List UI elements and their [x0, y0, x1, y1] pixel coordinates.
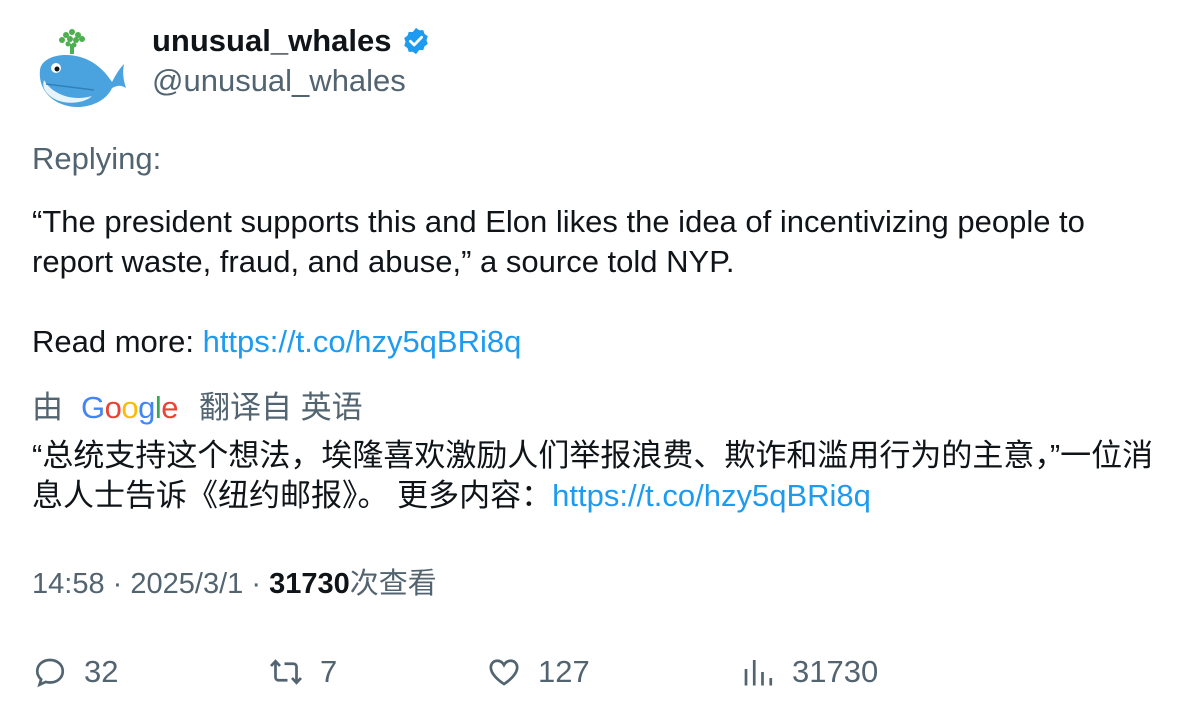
- read-more-label: Read more:: [32, 324, 203, 359]
- translated-from-label: 翻译自 英语: [199, 390, 363, 425]
- translated-link[interactable]: https://t.co/hzy5qBRi8q: [552, 478, 871, 513]
- tweet-body: “The president supports this and Elon li…: [32, 202, 1162, 282]
- tweet-meta: 14:58 · 2025/3/1 · 31730次查看: [32, 565, 437, 603]
- tweet-time[interactable]: 14:58: [32, 568, 105, 600]
- read-more-line: Read more: https://t.co/hzy5qBRi8q: [32, 322, 521, 362]
- translation-attribution: 由 Google 翻译自 英语: [32, 388, 363, 428]
- action-bar: 32 7 127 31730: [32, 650, 1162, 694]
- view-count: 31730: [269, 568, 350, 600]
- retweet-icon: [270, 659, 302, 685]
- retweet-button[interactable]: 7: [268, 650, 337, 694]
- whale-avatar-icon: [39, 29, 126, 108]
- views-button[interactable]: 31730: [740, 650, 878, 694]
- translated-by-label: 由: [32, 390, 63, 425]
- like-count: 127: [538, 654, 590, 689]
- google-logo-icon: Google: [81, 391, 179, 425]
- author-display-name[interactable]: unusual_whales: [152, 22, 391, 60]
- reply-count: 32: [84, 654, 119, 689]
- retweet-count: 7: [320, 654, 338, 689]
- heart-icon: [489, 659, 519, 686]
- views-label: 次查看: [349, 568, 437, 600]
- tweet-date[interactable]: 2025/3/1: [130, 568, 243, 600]
- svg-text:Google: Google: [81, 391, 178, 425]
- like-button[interactable]: 127: [486, 650, 590, 694]
- tweet-text: “The president supports this and Elon li…: [32, 204, 1085, 279]
- avatar[interactable]: [32, 24, 128, 112]
- verified-badge-icon: [401, 26, 431, 56]
- meta-separator-2: ·: [251, 568, 261, 600]
- meta-separator: ·: [112, 568, 123, 600]
- tweet-link[interactable]: https://t.co/hzy5qBRi8q: [203, 324, 522, 359]
- author-name-row[interactable]: unusual_whales: [152, 22, 431, 60]
- reply-button[interactable]: 32: [32, 650, 118, 694]
- views-action-count: 31730: [792, 654, 879, 689]
- bar-chart-icon: [744, 660, 773, 686]
- author-handle[interactable]: @unusual_whales: [152, 62, 406, 100]
- translated-text: “总统支持这个想法，埃隆喜欢激励人们举报浪费、欺诈和滥用行为的主意，”一位消息人…: [32, 436, 1172, 516]
- replying-label: Replying:: [32, 141, 162, 176]
- reply-icon: [35, 658, 65, 688]
